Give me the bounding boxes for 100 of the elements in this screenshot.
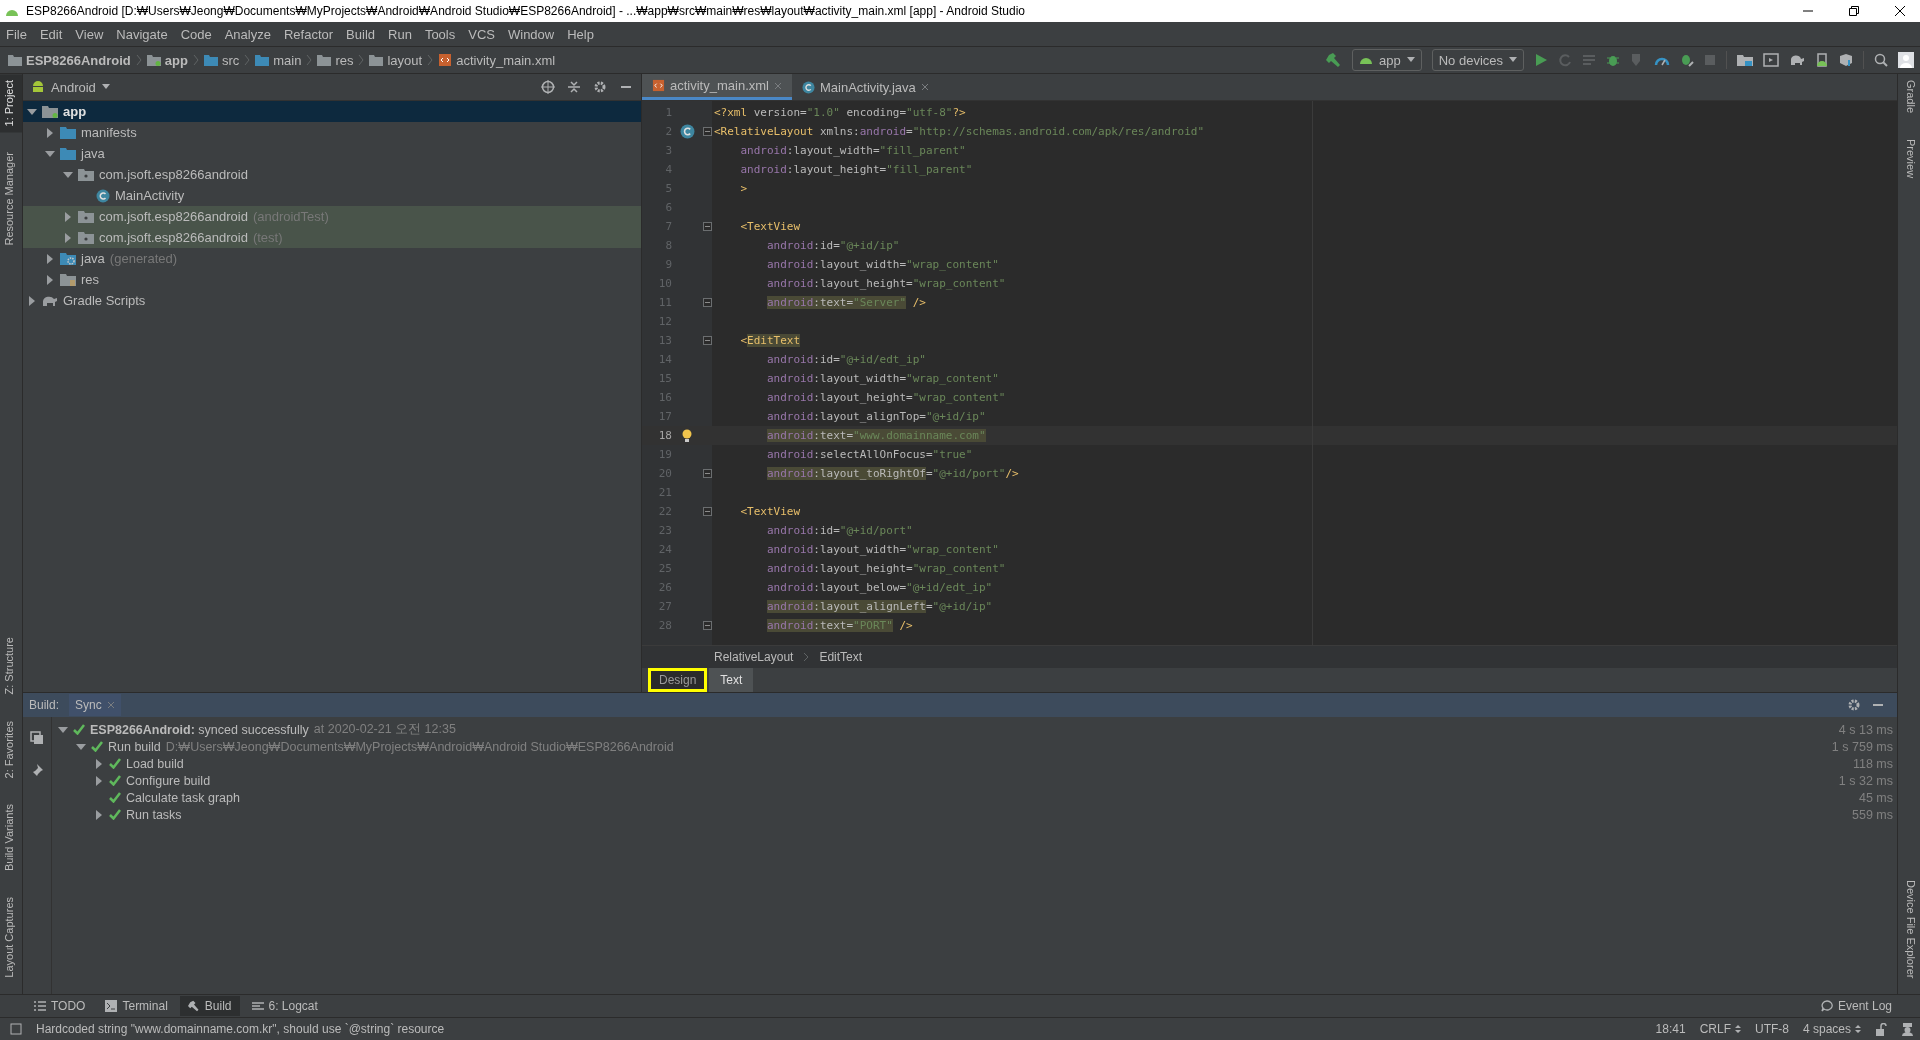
expand-arrow-icon[interactable] (45, 148, 55, 159)
menu-item[interactable]: Analyze (224, 26, 271, 42)
editor-tab[interactable]: MainActivity.java (791, 74, 939, 100)
window-icon[interactable] (10, 1023, 22, 1035)
run-config-dropdown[interactable]: app (1352, 49, 1422, 71)
breadcrumb-item[interactable]: src (203, 52, 240, 68)
editor-mode-tab[interactable]: Text (709, 668, 754, 692)
tool-window-tab[interactable]: 6: Logcat (243, 996, 326, 1016)
breadcrumb-item[interactable]: res (317, 52, 354, 68)
tree-item[interactable]: app (23, 101, 641, 122)
settings-icon[interactable] (593, 80, 607, 94)
expand-arrow-icon[interactable] (63, 232, 73, 243)
event-log-tab[interactable]: Event Log (1812, 996, 1900, 1016)
tool-window-tab[interactable]: Resource Manager (0, 146, 22, 253)
menu-item[interactable]: Build (346, 26, 375, 42)
build-tree-item[interactable]: Calculate task graph 45 ms (52, 789, 1897, 806)
tool-window-tab[interactable]: Device File Explorer (1898, 873, 1920, 984)
menu-item[interactable]: Edit (39, 26, 63, 42)
tool-window-tab[interactable]: Z: Structure (0, 631, 22, 701)
menu-item[interactable]: Help (567, 26, 594, 42)
tool-window-tab[interactable]: Build Variants (0, 798, 22, 878)
elephant-icon[interactable] (1789, 53, 1805, 67)
build-tree-item[interactable]: Run build D:₩Users₩Jeong₩Documents₩MyProjects₩Android₩Android Studio₩ESP8266Android 1 s 759 ms (52, 738, 1897, 755)
windows-icon[interactable] (30, 731, 44, 745)
menu-item[interactable]: Refactor (283, 26, 334, 42)
indent-selector[interactable]: 4 spaces (1802, 1022, 1861, 1036)
tree-item[interactable]: res (23, 269, 641, 290)
menu-item[interactable]: Tools (424, 26, 456, 42)
unlock-icon[interactable] (1875, 1022, 1887, 1036)
tool-window-tab[interactable]: Build (179, 996, 240, 1016)
panel-tab[interactable]: Sync (69, 694, 121, 716)
bug-icon[interactable] (1606, 53, 1620, 67)
tool-window-tab[interactable]: TODO (26, 996, 94, 1016)
tool-window-tab[interactable]: 1: Project (0, 74, 22, 133)
bug-icon[interactable] (1680, 53, 1694, 67)
expand-arrow-icon[interactable] (45, 274, 55, 285)
expand-arrow-icon[interactable] (94, 775, 104, 786)
breadcrumb-item[interactable]: app (146, 52, 188, 68)
person-icon[interactable] (1901, 1022, 1914, 1036)
caret-position[interactable]: 18:41 (1655, 1022, 1686, 1036)
tree-item[interactable]: com.jsoft.esp8266android (23, 164, 641, 185)
tree-item[interactable]: MainActivity (23, 185, 641, 206)
fold-marker-icon[interactable] (702, 620, 712, 630)
fold-marker-icon[interactable] (702, 506, 712, 516)
class-icon[interactable] (679, 124, 695, 139)
fold-marker-icon[interactable] (702, 468, 712, 478)
menu-item[interactable]: View (75, 26, 104, 42)
hammer-icon[interactable] (1326, 52, 1342, 68)
tool-window-tab[interactable]: 2: Favorites (0, 714, 22, 785)
editor-tab[interactable]: activity_main.xml (642, 74, 792, 100)
tree-item[interactable]: Gradle Scripts (23, 290, 641, 311)
expand-arrow-icon[interactable] (76, 741, 86, 752)
build-tree-item[interactable]: Run tasks 559 ms (52, 806, 1897, 823)
tool-window-tab[interactable]: Gradle (1898, 74, 1920, 120)
expand-arrow-icon[interactable] (58, 724, 68, 735)
device-dropdown[interactable]: No devices (1431, 49, 1524, 71)
build-tree-item[interactable]: ESP8266Android: synced successfully at 2020-02-21 오전 12:35 4 s 13 ms (52, 721, 1897, 738)
fold-marker-icon[interactable] (702, 126, 712, 136)
collapse-icon[interactable] (567, 80, 581, 94)
fold-marker-icon[interactable] (702, 335, 712, 345)
breadcrumb-item[interactable]: layout (369, 52, 423, 68)
editor-mode-tab[interactable]: Design (648, 668, 708, 692)
tree-item[interactable]: manifests (23, 122, 641, 143)
tool-window-tab[interactable]: Terminal (97, 996, 176, 1016)
search-icon[interactable] (1874, 53, 1888, 67)
line-separator-selector[interactable]: CRLF (1699, 1022, 1741, 1036)
build-tree-item[interactable]: Configure build 1 s 32 ms (52, 772, 1897, 789)
menu-item[interactable]: Run (388, 26, 412, 42)
expand-arrow-icon[interactable] (27, 106, 37, 117)
breadcrumb-item[interactable]: EditText (819, 650, 863, 664)
menu-item[interactable]: VCS (468, 26, 495, 42)
breadcrumb-item[interactable]: activity_main.xml (438, 52, 556, 68)
menu-item[interactable]: Navigate (116, 26, 168, 42)
tool-window-tab[interactable]: Preview (1898, 133, 1920, 185)
menu-item[interactable]: Code (180, 26, 212, 42)
expand-arrow-icon[interactable] (45, 127, 55, 138)
build-tree-item[interactable]: Load build 118 ms (52, 755, 1897, 772)
settings-icon[interactable] (1847, 698, 1861, 712)
expand-arrow-icon[interactable] (27, 295, 37, 306)
folder-icon[interactable] (1737, 53, 1753, 67)
menu-item[interactable]: File (6, 26, 27, 42)
expand-arrow-icon[interactable] (94, 809, 104, 820)
tool-window-tab[interactable]: Layout Captures (0, 891, 22, 984)
expand-arrow-icon[interactable] (94, 758, 104, 769)
target-icon[interactable] (541, 80, 555, 94)
expand-arrow-icon[interactable] (63, 169, 73, 180)
breadcrumb-item[interactable]: RelativeLayout (714, 650, 794, 664)
encoding-selector[interactable]: UTF-8 (1754, 1022, 1789, 1036)
run-icon[interactable] (1534, 53, 1548, 67)
expand-arrow-icon[interactable] (63, 211, 73, 222)
package-icon[interactable] (1839, 53, 1853, 67)
phone-icon[interactable] (1815, 53, 1829, 67)
tree-item[interactable]: java (generated) (23, 248, 641, 269)
restore-icon[interactable] (1848, 5, 1860, 17)
tree-item[interactable]: java (23, 143, 641, 164)
lightbulb-icon[interactable] (682, 428, 692, 443)
close-icon[interactable] (1894, 5, 1906, 17)
menu-item[interactable]: Window (507, 26, 555, 42)
fold-marker-icon[interactable] (702, 297, 712, 307)
expand-arrow-icon[interactable] (45, 253, 55, 264)
